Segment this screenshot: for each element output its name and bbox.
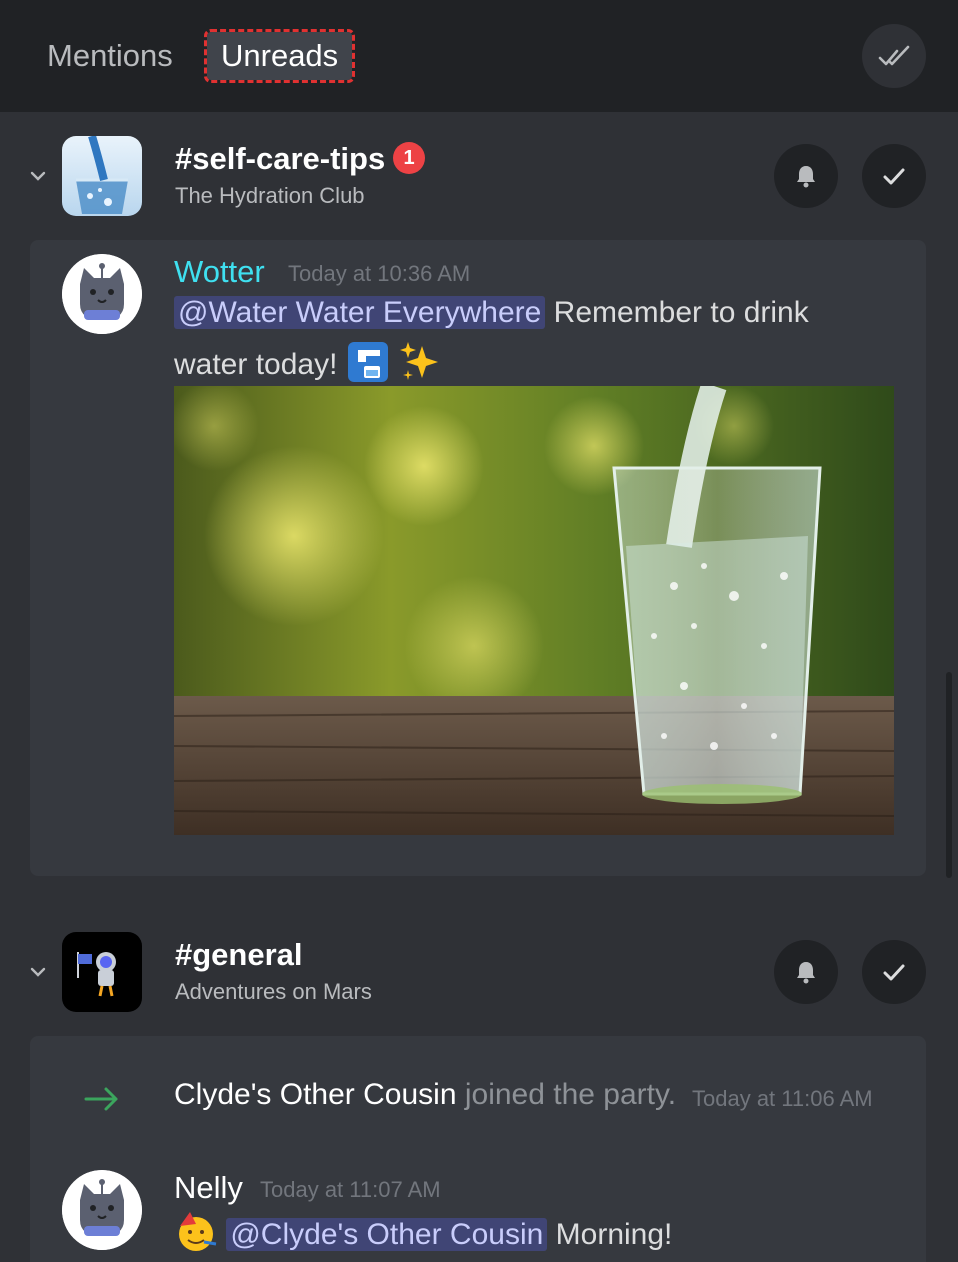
partying-face-icon[interactable] (174, 1210, 218, 1262)
collapse-chevron-icon[interactable] (26, 164, 50, 188)
mark-read-button[interactable] (862, 940, 926, 1004)
message-content-line: water today! (174, 340, 442, 392)
tab-mentions[interactable]: Mentions (33, 32, 187, 80)
message-timestamp: Today at 11:06 AM (692, 1086, 873, 1111)
notification-settings-button[interactable] (774, 144, 838, 208)
scrollbar[interactable] (946, 672, 952, 878)
channel-name[interactable]: #general (175, 937, 303, 973)
message-content-line: @Clyde's Other Cousin Morning! (174, 1210, 672, 1262)
sparkles-icon[interactable] (398, 340, 442, 392)
message-text: water today! (174, 347, 346, 381)
message-text: Morning! (547, 1217, 673, 1251)
attached-image[interactable] (174, 386, 894, 835)
message-card: Clyde's Other Cousin joined the party. T… (30, 1036, 926, 1262)
notification-settings-button[interactable] (774, 940, 838, 1004)
inbox-header: Mentions Unreads (0, 0, 958, 112)
unread-badge: 1 (393, 142, 425, 174)
avatar[interactable] (62, 254, 142, 334)
message-author[interactable]: Wotter (174, 254, 265, 290)
user-mention[interactable]: @Clyde's Other Cousin (226, 1217, 548, 1251)
collapse-chevron-icon[interactable] (26, 960, 50, 984)
guild-icon-adventures-on-mars[interactable] (62, 932, 142, 1012)
mark-all-read-button[interactable] (862, 24, 926, 88)
joined-user-name[interactable]: Clyde's Other Cousin (174, 1078, 457, 1111)
bell-icon (797, 962, 815, 984)
join-arrow-icon (84, 1084, 120, 1119)
message-content-line: @Water Water Everywhere Remember to drin… (174, 296, 809, 330)
message-card: Wotter Today at 10:36 AM @Water Water Ev… (30, 240, 926, 876)
guild-icon-hydration-club[interactable] (62, 136, 142, 216)
message-text: Remember to drink (545, 296, 809, 329)
message-author[interactable]: Nelly (174, 1170, 243, 1206)
guild-name[interactable]: The Hydration Club (175, 183, 365, 209)
check-icon (883, 168, 905, 185)
guild-name[interactable]: Adventures on Mars (175, 979, 372, 1005)
potable-water-icon[interactable] (346, 340, 390, 392)
channel-name[interactable]: #self-care-tips (175, 141, 385, 177)
mark-read-button[interactable] (862, 144, 926, 208)
message-timestamp: Today at 11:07 AM (260, 1177, 441, 1202)
message-timestamp: Today at 10:36 AM (288, 261, 471, 286)
bell-icon (797, 166, 815, 188)
tab-unreads[interactable]: Unreads (203, 29, 356, 83)
avatar[interactable] (62, 1170, 142, 1250)
system-message: Clyde's Other Cousin joined the party. (174, 1078, 676, 1112)
check-icon (883, 964, 905, 981)
user-mention[interactable]: @Water Water Everywhere (174, 296, 546, 329)
double-check-icon (878, 45, 910, 66)
system-message-text: joined the party. (456, 1078, 677, 1111)
